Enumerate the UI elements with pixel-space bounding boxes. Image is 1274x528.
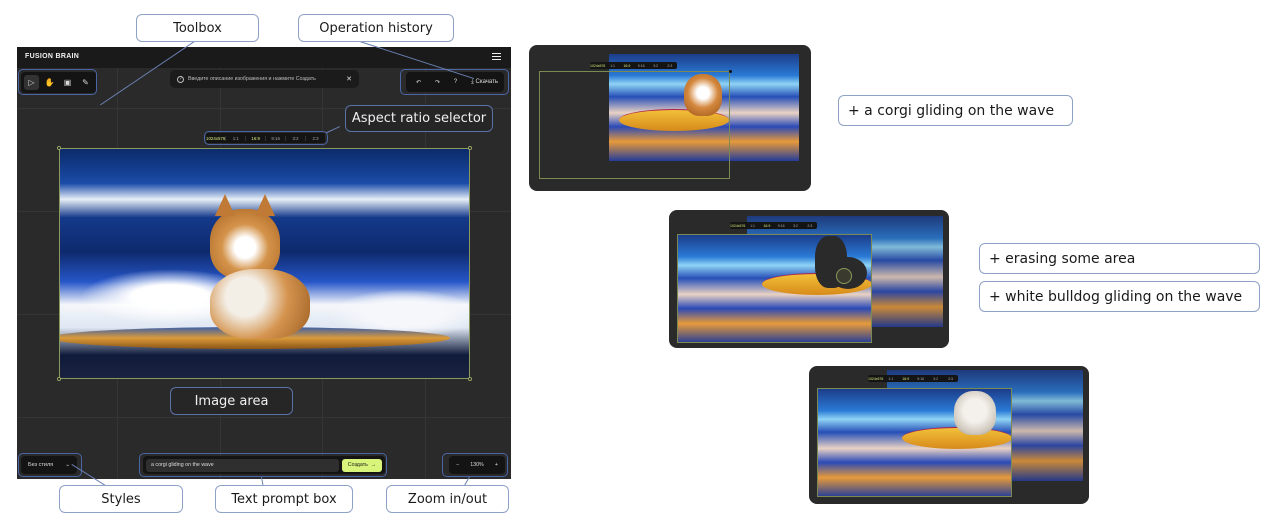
step-1-label: + a corgi gliding on the wave [838, 95, 1073, 126]
resize-handle[interactable] [468, 377, 472, 381]
hint-banner: ? Введите описание изображения и нажмите… [170, 70, 359, 88]
zoom-highlight [442, 453, 508, 477]
generated-image[interactable] [59, 148, 470, 379]
resolution-readout: 1024x576 [590, 63, 606, 68]
aspect-ratio-selector: 1024x576 1:1 16:9 9:16 3:2 2:3 [868, 375, 958, 382]
ratio-option[interactable]: 1:1 [883, 377, 898, 381]
ratio-option[interactable]: 3:2 [928, 377, 943, 381]
resolution-readout: 1024x576 [730, 223, 746, 228]
close-icon[interactable]: ✕ [346, 75, 352, 83]
ratio-option[interactable]: 3:2 [648, 64, 662, 68]
callout-operation-history: Operation history [298, 14, 454, 42]
callout-toolbox: Toolbox [136, 14, 259, 42]
aspect-ratio-selector: 1024x576 1:1 16:9 9:16 3:2 2:3 [730, 222, 817, 229]
corgi-ear [255, 194, 275, 216]
toolbox-highlight [18, 69, 97, 95]
step-3-screenshot: 1024x576 1:1 16:9 9:16 3:2 2:3 [809, 366, 1089, 504]
ratio-option-selected[interactable]: 16:9 [760, 224, 774, 228]
resize-handle[interactable] [468, 146, 472, 150]
ratio-option[interactable]: 3:2 [788, 224, 802, 228]
grid-line [17, 417, 511, 418]
callout-image-area: Image area [170, 387, 293, 415]
ratio-option-selected[interactable]: 16:9 [898, 377, 913, 381]
app-header: FUSION BRAIN [17, 47, 511, 68]
callout-aspect-ratio: Aspect ratio selector [345, 105, 493, 132]
resize-handle[interactable] [57, 146, 61, 150]
ratio-option[interactable]: 9:16 [913, 377, 928, 381]
ratio-option[interactable]: 9:16 [774, 224, 788, 228]
selection-frame[interactable] [677, 234, 872, 343]
ratio-option-selected[interactable]: 16:9 [620, 64, 634, 68]
callout-styles: Styles [59, 485, 183, 513]
selection-frame[interactable] [817, 388, 1012, 497]
corgi-body [210, 269, 310, 339]
ratio-option[interactable]: 1:1 [605, 64, 619, 68]
ratio-option[interactable]: 9:16 [634, 64, 648, 68]
resolution-readout: 1024x576 [868, 376, 884, 381]
ratio-option[interactable]: 2:3 [943, 377, 958, 381]
callout-text-prompt: Text prompt box [215, 485, 353, 513]
ratio-highlight [204, 131, 328, 145]
ratio-option[interactable]: 1:1 [745, 224, 759, 228]
hamburger-menu-icon[interactable] [492, 53, 501, 61]
question-icon: ? [177, 75, 184, 83]
aspect-ratio-selector: 1024x576 1:1 16:9 9:16 3:2 2:3 [590, 62, 677, 69]
step-2-label: + erasing some area [979, 243, 1260, 274]
resize-handle[interactable] [729, 70, 732, 73]
step-3-label: + white bulldog gliding on the wave [979, 281, 1260, 312]
selection-frame[interactable] [539, 71, 730, 179]
callout-zoom: Zoom in/out [386, 485, 509, 513]
prompt-highlight [139, 453, 387, 477]
step-1-screenshot: 1024x576 1:1 16:9 9:16 3:2 2:3 [529, 45, 811, 191]
resize-handle[interactable] [57, 377, 61, 381]
ratio-option[interactable]: 2:3 [663, 64, 677, 68]
step-2-screenshot: 1024x576 1:1 16:9 9:16 3:2 2:3 [669, 210, 949, 348]
ratio-option[interactable]: 2:3 [803, 224, 817, 228]
corgi-ear [215, 194, 235, 216]
brand-logo: FUSION BRAIN [25, 53, 80, 60]
hint-text: Введите описание изображения и нажмите С… [188, 76, 316, 82]
